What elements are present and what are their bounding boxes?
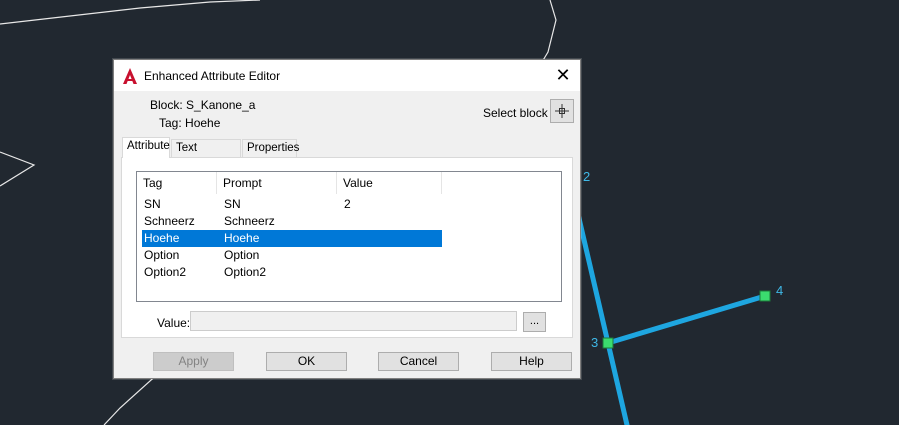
- close-button[interactable]: ✕: [546, 60, 580, 90]
- cell-prompt: Option2: [224, 265, 267, 279]
- block-info: Block: S_Kanone_a: [150, 98, 255, 112]
- help-button[interactable]: Help: [491, 352, 572, 371]
- tag-name: Hoehe: [185, 116, 221, 130]
- table-row[interactable]: Schneerz Schneerz: [142, 213, 442, 230]
- select-block-label: Select block: [483, 106, 548, 120]
- vertex-label-3: 3: [591, 335, 599, 350]
- dialog-title: Enhanced Attribute Editor: [144, 69, 281, 83]
- column-header-value[interactable]: Value: [337, 172, 442, 194]
- ok-button[interactable]: OK: [266, 352, 347, 371]
- tab-attribute[interactable]: Attribute: [122, 137, 170, 158]
- table-row[interactable]: Option2 Option2: [142, 264, 442, 281]
- enhanced-attribute-editor-dialog: Enhanced Attribute Editor ✕ Block: S_Kan…: [113, 59, 581, 379]
- cell-tag: Option2: [144, 265, 187, 279]
- block-name: S_Kanone_a: [186, 98, 256, 112]
- column-header-tag[interactable]: Tag: [137, 172, 217, 194]
- vertex-label-4: 4: [776, 283, 784, 298]
- table-row-selected[interactable]: Hoehe Hoehe: [142, 230, 442, 247]
- cell-value: 2: [344, 197, 351, 211]
- vertex-label-2: 2: [583, 169, 591, 184]
- cancel-button[interactable]: Cancel: [378, 352, 459, 371]
- grip-handle-4[interactable]: [759, 290, 771, 302]
- cell-prompt: Schneerz: [224, 214, 275, 228]
- block-label: Block:: [150, 98, 183, 112]
- value-input[interactable]: [190, 311, 517, 331]
- tag-info: Tag: Hoehe: [159, 116, 220, 130]
- close-icon: ✕: [555, 64, 571, 85]
- table-row[interactable]: Option Option: [142, 247, 442, 264]
- cell-prompt: Option: [224, 248, 260, 262]
- cell-tag: SN: [144, 197, 161, 211]
- crosshair-pick-icon: [555, 104, 569, 118]
- tab-properties[interactable]: Properties: [242, 139, 299, 157]
- title-bar[interactable]: Enhanced Attribute Editor ✕: [114, 60, 580, 91]
- cell-tag: Hoehe: [144, 231, 180, 245]
- grip-handle-3[interactable]: [602, 337, 614, 349]
- cell-prompt: SN: [224, 197, 241, 211]
- attribute-tab-panel: Tag Prompt Value SN SN 2 Schneerz Schnee…: [121, 157, 573, 338]
- tab-text-options[interactable]: Text Options: [171, 139, 241, 171]
- column-header-prompt[interactable]: Prompt: [217, 172, 337, 194]
- polyline-entity[interactable]: [575, 211, 768, 425]
- apply-button[interactable]: Apply: [153, 352, 234, 371]
- cell-tag: Schneerz: [144, 214, 195, 228]
- autocad-app-icon: [123, 68, 137, 84]
- table-row[interactable]: SN SN 2: [142, 196, 442, 213]
- cell-tag: Option: [144, 248, 180, 262]
- value-label: Value:: [157, 316, 191, 330]
- select-block-button[interactable]: [550, 99, 574, 123]
- tag-label: Tag:: [159, 116, 182, 130]
- attribute-list[interactable]: Tag Prompt Value SN SN 2 Schneerz Schnee…: [136, 171, 562, 302]
- browse-button[interactable]: ...: [523, 312, 546, 332]
- cell-prompt: Hoehe: [224, 231, 260, 245]
